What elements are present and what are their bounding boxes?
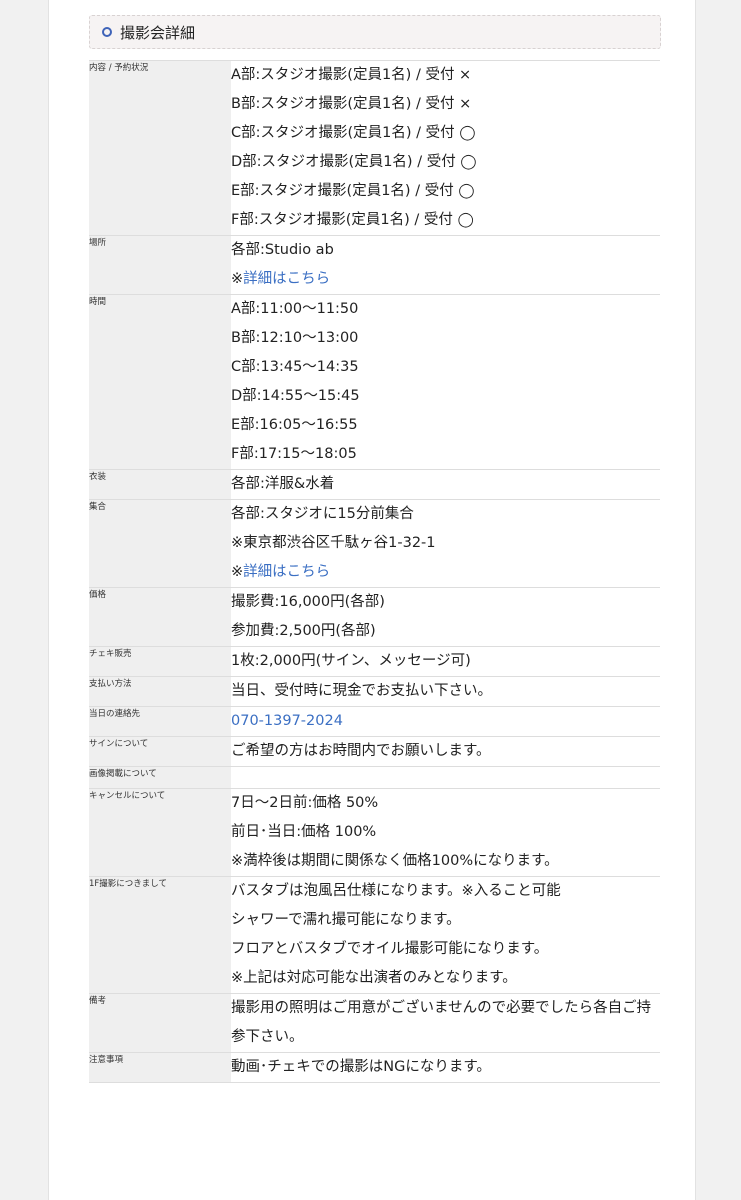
row-label: 備考 (89, 993, 231, 1053)
row-value (231, 766, 660, 789)
value-line: フロアとバスタブでオイル撮影可能になります。 (231, 941, 549, 957)
row-label: 集合 (89, 499, 231, 588)
row-label: 1F撮影につきまして (89, 876, 231, 994)
row-label: 場所 (89, 235, 231, 295)
detail-row: 内容 / 予約状況 A部:スタジオ撮影(定員1名) / 受付 × B部:スタジオ撮影… (89, 60, 660, 236)
detail-row: 1F撮影につきまして バスタブは泡風呂仕様になります。※入ること可能 シャワーで濡れ… (89, 876, 660, 994)
detail-row: 画像掲載について (89, 766, 660, 789)
value-line: A部:11:00〜11:50 (231, 301, 359, 317)
value-line: 7日〜2日前:価格 50% (231, 795, 379, 811)
row-value: 各部:洋服&水着 (231, 469, 660, 500)
detail-table: 内容 / 予約状況 A部:スタジオ撮影(定員1名) / 受付 × B部:スタジオ撮影… (89, 60, 660, 1083)
value-line: ※満枠後は期間に関係なく価格100%になります。 (231, 853, 559, 869)
value-line: 各部:洋服&水着 (231, 476, 335, 492)
value-line: 動画･チェキでの撮影はNGになります。 (231, 1059, 491, 1075)
row-value: 1枚:2,000円(サイン、メッセージ可) (231, 646, 660, 677)
row-value: A部:スタジオ撮影(定員1名) / 受付 × B部:スタジオ撮影(定員1名) / … (231, 60, 660, 236)
row-label: 当日の連絡先 (89, 706, 231, 737)
row-label: 衣装 (89, 469, 231, 500)
value-line: 各部:Studio ab (231, 242, 334, 258)
row-label: サインについて (89, 736, 231, 767)
row-value: 撮影用の照明はご用意がございませんので必要でしたら各自ご持参下さい。 (231, 993, 660, 1053)
value-line: ※東京都渋谷区千駄ヶ谷1-32-1 (231, 535, 436, 551)
detail-row: チェキ販売 1枚:2,000円(サイン、メッセージ可) (89, 646, 660, 677)
value-line: F部:17:15〜18:05 (231, 446, 357, 462)
detail-row: キャンセルについて 7日〜2日前:価格 50% 前日･当日:価格 100% ※満枠後は… (89, 788, 660, 877)
link-prefix: ※ (231, 564, 244, 580)
row-label: 画像掲載について (89, 766, 231, 789)
detail-row: 衣装 各部:洋服&水着 (89, 469, 660, 500)
row-label: 時間 (89, 294, 231, 470)
value-line: 撮影用の照明はご用意がございませんので必要でしたら各自ご持参下さい。 (231, 1000, 652, 1045)
row-value: 各部:スタジオに15分前集合 ※東京都渋谷区千駄ヶ谷1-32-1 ※詳細はこちら (231, 499, 660, 588)
value-line: 撮影費:16,000円(各部) (231, 594, 385, 610)
value-line: D部:スタジオ撮影(定員1名) / 受付 ◯ (231, 154, 477, 170)
row-label: チェキ販売 (89, 646, 231, 677)
value-line: 前日･当日:価格 100% (231, 824, 377, 840)
value-line-with-link: ※詳細はこちら (231, 558, 660, 587)
circle-bullet-icon (102, 27, 112, 37)
value-line: 当日、受付時に現金でお支払い下さい。 (231, 683, 492, 699)
value-line: A部:スタジオ撮影(定員1名) / 受付 × (231, 67, 472, 83)
value-line: F部:スタジオ撮影(定員1名) / 受付 ◯ (231, 212, 474, 228)
row-value: 7日〜2日前:価格 50% 前日･当日:価格 100% ※満枠後は期間に関係なく価格… (231, 788, 660, 877)
value-line: E部:16:05〜16:55 (231, 417, 358, 433)
row-value: 当日、受付時に現金でお支払い下さい。 (231, 676, 660, 707)
row-label: 注意事項 (89, 1052, 231, 1083)
detail-row: 備考 撮影用の照明はご用意がございませんので必要でしたら各自ご持参下さい。 (89, 993, 660, 1053)
detail-row: 注意事項 動画･チェキでの撮影はNGになります。 (89, 1052, 660, 1083)
phone-link[interactable]: 070-1397-2024 (231, 713, 343, 729)
row-value: 各部:Studio ab ※詳細はこちら (231, 235, 660, 295)
value-line: 各部:スタジオに15分前集合 (231, 506, 414, 522)
value-line: 参加費:2,500円(各部) (231, 623, 376, 639)
value-line: バスタブは泡風呂仕様になります。※入ること可能 (231, 883, 561, 899)
value-line: シャワーで濡れ撮可能になります。 (231, 912, 461, 928)
detail-row: 当日の連絡先 070-1397-2024 (89, 706, 660, 737)
row-value: バスタブは泡風呂仕様になります。※入ること可能 シャワーで濡れ撮可能になります。フ… (231, 876, 660, 994)
detail-row: 支払い方法 当日、受付時に現金でお支払い下さい。 (89, 676, 660, 707)
detail-row: 時間 A部:11:00〜11:50 B部:12:10〜13:00 C部:13:45〜1… (89, 294, 660, 470)
details-link[interactable]: 詳細はこちら (243, 271, 330, 287)
link-prefix: ※ (231, 271, 244, 287)
row-value: ご希望の方はお時間内でお願いします。 (231, 736, 660, 767)
value-line: E部:スタジオ撮影(定員1名) / 受付 ◯ (231, 183, 475, 199)
value-line: ※上記は対応可能な出演者のみとなります。 (231, 970, 517, 986)
row-label: 内容 / 予約状況 (89, 60, 231, 236)
details-link[interactable]: 詳細はこちら (243, 564, 330, 580)
detail-card: 撮影会詳細 内容 / 予約状況 A部:スタジオ撮影(定員1名) / 受付 × B部:… (48, 0, 696, 1200)
row-label: キャンセルについて (89, 788, 231, 877)
value-line: C部:スタジオ撮影(定員1名) / 受付 ◯ (231, 125, 476, 141)
row-value: 070-1397-2024 (231, 706, 660, 737)
row-value: 撮影費:16,000円(各部) 参加費:2,500円(各部) (231, 587, 660, 647)
value-line: ご希望の方はお時間内でお願いします。 (231, 743, 491, 759)
detail-row: 価格 撮影費:16,000円(各部) 参加費:2,500円(各部) (89, 587, 660, 647)
value-line-with-link: 070-1397-2024 (231, 707, 660, 736)
detail-row: 場所 各部:Studio ab ※詳細はこちら (89, 235, 660, 295)
section-title: 撮影会詳細 (120, 23, 196, 42)
detail-row: サインについて ご希望の方はお時間内でお願いします。 (89, 736, 660, 767)
section-header: 撮影会詳細 (89, 15, 661, 49)
value-line: D部:14:55〜15:45 (231, 388, 360, 404)
row-label: 支払い方法 (89, 676, 231, 707)
row-value: 動画･チェキでの撮影はNGになります。 (231, 1052, 660, 1083)
value-line: C部:13:45〜14:35 (231, 359, 359, 375)
value-line: B部:スタジオ撮影(定員1名) / 受付 × (231, 96, 472, 112)
detail-row: 集合 各部:スタジオに15分前集合 ※東京都渋谷区千駄ヶ谷1-32-1 ※詳細はこちら (89, 499, 660, 588)
value-line: B部:12:10〜13:00 (231, 330, 359, 346)
value-line-with-link: ※詳細はこちら (231, 265, 660, 294)
row-value: A部:11:00〜11:50 B部:12:10〜13:00 C部:13:45〜14:… (231, 294, 660, 470)
row-label: 価格 (89, 587, 231, 647)
value-line: 1枚:2,000円(サイン、メッセージ可) (231, 653, 471, 669)
